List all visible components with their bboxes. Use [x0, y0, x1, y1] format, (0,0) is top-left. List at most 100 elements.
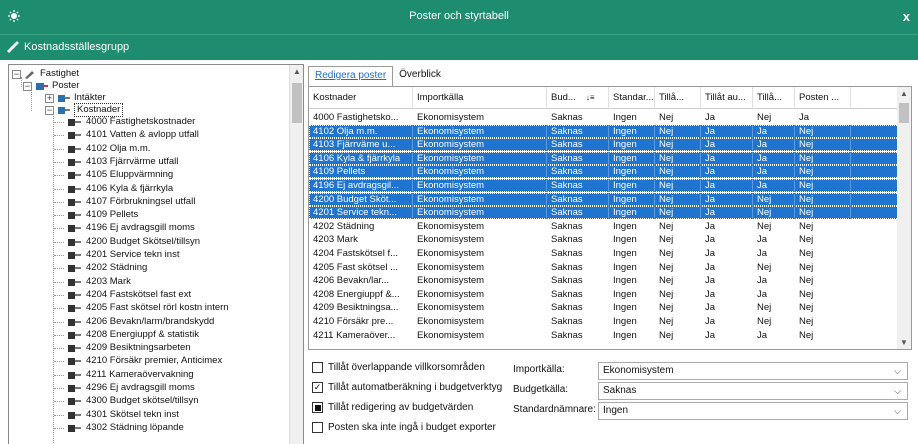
column-header[interactable]: Standar... [609, 87, 655, 109]
field-select[interactable]: Saknas ⌵ [598, 382, 908, 400]
scroll-thumb[interactable] [899, 103, 909, 123]
table-row[interactable]: 4201 Service tekn... Ekonomisystem Saknas I… [309, 206, 899, 220]
table-cell: Nej [799, 275, 814, 287]
column-header[interactable]: Tillå... [753, 87, 795, 109]
tree-scrollbar[interactable]: ▲ [289, 65, 303, 444]
option-checkbox[interactable]: ✓ Tillåt automatberäkning i budgetverktyg [312, 382, 502, 393]
table-row[interactable]: 4102 Olja m.m. Ekonomisystem Saknas Ingen Ne… [309, 124, 899, 138]
tree-item[interactable]: 4204 Fastskötsel fast ext [65, 289, 191, 301]
collapse-icon[interactable]: − [45, 105, 54, 115]
tree-item[interactable]: 4209 Besiktningsarbeten [65, 342, 191, 354]
option-checkbox[interactable]: Tillåt överlappande villkorsområden [312, 362, 485, 373]
table-cell: Ingen [613, 329, 637, 341]
table-cell: 4206 Bevakn/lar... [313, 275, 390, 287]
tree-node-kostnader[interactable]: − Kostnader [45, 103, 124, 117]
table-row[interactable]: 4202 Städning Ekonomisystem Saknas Ingen Nej… [309, 220, 899, 233]
select-value: Saknas [603, 385, 637, 396]
table-cell: Saknas [551, 302, 583, 314]
table-cell: Nej [799, 220, 814, 232]
collapse-icon[interactable]: − [23, 81, 32, 91]
tree-item[interactable]: 4106 Kyla & fjärrkyla [65, 183, 173, 195]
table-cell: Saknas [551, 261, 583, 273]
column-header[interactable]: Importkälla [413, 87, 547, 109]
checkmark-icon[interactable]: ✓ [312, 382, 323, 393]
tree-item[interactable]: 4000 Fastighetskostnader [65, 116, 195, 128]
option-checkbox[interactable]: Tillåt redigering av budgetvärden [312, 402, 473, 413]
tree-item[interactable]: 4302 Städning löpande [65, 422, 184, 434]
collapse-icon[interactable]: − [12, 69, 21, 79]
tree-item[interactable]: 4102 Olja m.m. [65, 143, 150, 155]
tree-node-fastighet[interactable]: − Fastighet [12, 68, 79, 80]
column-header[interactable]: Tillå... [655, 87, 701, 109]
table-row[interactable]: 4209 Besiktningsa... Ekonomisystem Saknas I… [309, 301, 899, 314]
tree-item[interactable]: 4300 Budget skötsel/tillsyn [65, 395, 198, 407]
table-row[interactable]: 4205 Fast skötsel ... Ekonomisystem Saknas… [309, 261, 899, 274]
table-row[interactable]: 4203 Mark Ekonomisystem Saknas Ingen Nej Ja Ja… [309, 233, 899, 246]
chevron-down-icon[interactable]: ⌵ [894, 363, 901, 379]
tree-item[interactable]: 4201 Service tekn inst [65, 249, 179, 261]
tree-item[interactable]: 4101 Vatten & avlopp utfall [65, 129, 199, 141]
table-cell: Ja [757, 275, 768, 287]
table-row[interactable]: 4208 Energiuppf &... Ekonomisystem Saknas I… [309, 288, 899, 301]
tree-item[interactable]: 4208 Energiuppf & statistik [65, 329, 199, 341]
table-row[interactable]: 4106 Kyla & fjärrkyla Ekonomisystem Saknas… [309, 151, 899, 165]
table-row[interactable]: 4211 Kameraöver... Ekonomisystem Saknas Ing… [309, 329, 899, 342]
tree-label: Poster [52, 80, 80, 91]
tree-item[interactable]: 4200 Budget Skötsel/tillsyn [65, 236, 200, 248]
checkbox-box[interactable] [312, 422, 323, 433]
tree-item[interactable]: 4196 Ej avdragsgill moms [65, 222, 195, 234]
column-header[interactable]: Bud... ↓≡ [547, 87, 609, 109]
table-cell: Ekonomisystem [413, 138, 547, 152]
table-cell: Nej [799, 248, 814, 259]
table-row[interactable]: 4109 Pellets Ekonomisystem Saknas Ingen Nej J… [309, 165, 899, 179]
chevron-down-icon[interactable]: ⌵ [894, 403, 901, 419]
expand-icon[interactable]: + [45, 93, 54, 103]
tree-item[interactable]: 4107 Förbrukningsel utfall [65, 196, 195, 208]
table-row[interactable]: 4210 Försäkr pre... Ekonomisystem Saknas In… [309, 315, 899, 328]
scroll-down-icon[interactable]: ▼ [900, 338, 908, 347]
checkbox-box[interactable] [312, 362, 323, 373]
column-header[interactable]: Tillåt au... [701, 87, 753, 109]
grid-scrollbar[interactable]: ▲ ▼ [897, 87, 911, 349]
table-row[interactable]: 4103 Fjärrväme u... Ekonomisystem Saknas In… [309, 138, 899, 152]
tree-item[interactable]: 4205 Fast skötsel rörl kostn intern [65, 302, 229, 314]
close-button[interactable]: x [903, 9, 910, 24]
table-row[interactable]: 4206 Bevakn/lar... Ekonomisystem Saknas Ing… [309, 274, 899, 287]
tab-overblick[interactable]: Överblick [393, 66, 447, 86]
table-row[interactable]: 4200 Budget Sköt... Ekonomisystem Saknas In… [309, 192, 899, 206]
option-checkbox[interactable]: Posten ska inte ingå i budget exporter [312, 422, 496, 433]
tree-item[interactable]: 4203 Mark [65, 276, 131, 288]
scroll-thumb[interactable] [292, 83, 302, 123]
table-row[interactable]: 4000 Fastighetsko... Ekonomisystem Saknas I… [309, 111, 899, 124]
tab-redigera-poster[interactable]: Redigera poster [308, 66, 394, 86]
field-select[interactable]: Ekonomisystem ⌵ [598, 362, 908, 380]
column-header[interactable]: Posten ... [795, 87, 851, 109]
table-cell: Nej [659, 329, 674, 341]
chevron-down-icon[interactable]: ⌵ [894, 383, 901, 399]
scroll-up-icon[interactable]: ▲ [900, 89, 908, 98]
tree-item[interactable]: 4105 Eluppvärmning [65, 169, 173, 181]
column-header[interactable]: Kostnader [309, 87, 413, 109]
table-row[interactable]: 4196 Ej avdragsgil... Ekonomisystem Saknas… [309, 179, 899, 192]
table-cell: Ja [705, 220, 716, 232]
cost-item-icon [68, 119, 81, 126]
table-cell: Nej [659, 234, 674, 246]
cost-item-icon [68, 198, 81, 206]
scroll-up-icon[interactable]: ▲ [293, 67, 301, 76]
tree-item[interactable]: 4301 Skötsel tekn inst [65, 409, 179, 421]
sort-desc-icon[interactable]: ↓≡ [586, 93, 595, 102]
tree-item[interactable]: 4211 Kameraövervakning [65, 369, 194, 381]
tree-item[interactable]: 4210 Försäkr premier, Anticimex [65, 355, 222, 367]
checkbox-box[interactable] [312, 402, 323, 413]
tree-item[interactable]: 4202 Städning [65, 262, 147, 274]
tree-item[interactable]: 4109 Pellets [65, 209, 138, 221]
tree-item[interactable]: 4206 Bevakn/larm/brandskydd [65, 316, 214, 328]
tree-item-label: 4302 Städning löpande [86, 421, 184, 433]
field-select[interactable]: Ingen ⌵ [598, 402, 908, 420]
kostnadsstallesgrupp-button[interactable]: Kostnadsställesgrupp [6, 41, 129, 53]
tree-item-label: 4000 Fastighetskostnader [86, 116, 196, 127]
tree-item[interactable]: 4296 Ej avdragsgill moms [65, 382, 195, 394]
table-row[interactable]: 4204 Fastskötsel f... Ekonomisystem Saknas… [309, 247, 899, 260]
tree-item[interactable]: 4103 Fjärrvärme utfall [65, 156, 178, 168]
tree-node-poster[interactable]: − Poster [23, 80, 79, 92]
